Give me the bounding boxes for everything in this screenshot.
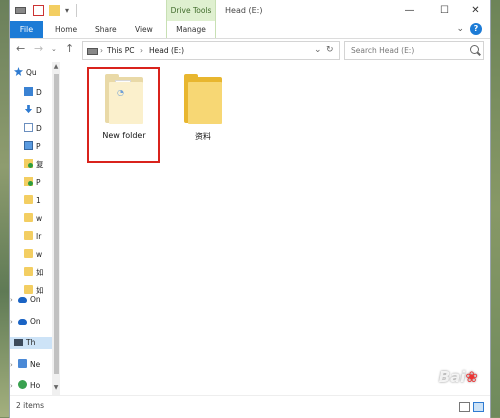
download-icon <box>24 105 33 114</box>
desktop-background-left <box>0 0 10 417</box>
breadcrumb-head-drive[interactable]: Head (E:) <box>149 42 184 59</box>
tab-view[interactable]: View <box>135 21 153 38</box>
tab-share[interactable]: Share <box>95 21 117 38</box>
refresh-icon[interactable]: ↻ <box>326 42 334 59</box>
desktop-background-right <box>490 0 500 417</box>
tab-home[interactable]: Home <box>55 21 77 38</box>
homegroup-icon <box>18 380 27 389</box>
search-placeholder: Search Head (E:) <box>351 46 415 55</box>
nav-this-pc[interactable]: Th <box>10 337 56 349</box>
explorer-window: ▾ Drive Tools Head (E:) — ☐ ✕ File Home … <box>10 0 490 418</box>
details-view-icon[interactable] <box>459 402 470 412</box>
new-folder-quick-icon[interactable] <box>49 5 60 16</box>
forward-arrow-icon[interactable]: → <box>34 42 43 56</box>
drive-icon <box>87 48 98 55</box>
navigation-pane: Qu D D D P 复 P 1 w Ir w 如 如 › On › On Th… <box>10 62 62 395</box>
folder-icon <box>24 231 33 240</box>
expand-network-icon[interactable]: › <box>10 361 13 369</box>
folder-sync-icon <box>24 177 33 186</box>
help-icon[interactable]: ? <box>470 23 482 35</box>
folder-icon <box>24 195 33 204</box>
tab-file[interactable]: File <box>10 21 43 38</box>
expand-ribbon-icon[interactable]: ⌄ <box>456 24 464 34</box>
title-bar: ▾ Drive Tools Head (E:) — ☐ ✕ <box>10 0 490 21</box>
navigation-bar: ← → ⌄ ↑ › This PC › Head (E:) ⌄ ↻ Search… <box>10 39 490 61</box>
breadcrumb-this-pc[interactable]: This PC <box>107 42 134 59</box>
folder-sync-icon <box>24 159 33 168</box>
onedrive-icon <box>18 297 27 303</box>
recent-locations-icon[interactable]: ⌄ <box>51 42 57 56</box>
file-item-folder[interactable]: 资料 <box>168 74 238 142</box>
maximize-button[interactable]: ☐ <box>429 0 460 21</box>
status-bar: 2 items Bai❀ <box>10 368 490 418</box>
back-arrow-icon[interactable]: ← <box>16 42 25 56</box>
scroll-up-icon[interactable]: ▲ <box>52 63 60 70</box>
customize-quick-access-icon[interactable]: ▾ <box>65 5 76 16</box>
close-button[interactable]: ✕ <box>460 0 491 21</box>
tab-manage[interactable]: Manage <box>166 21 216 38</box>
title-separator <box>76 4 77 17</box>
breadcrumb-separator-icon: › <box>100 46 103 55</box>
nav-scrollbar-thumb[interactable] <box>54 74 59 374</box>
picture-icon <box>24 141 33 150</box>
item-count: 2 items <box>16 401 45 410</box>
folder-icon <box>24 267 33 276</box>
folder-icon <box>184 74 222 124</box>
search-icon <box>470 45 479 54</box>
folder-icon <box>24 285 33 294</box>
scroll-down-icon[interactable]: ▼ <box>52 384 60 391</box>
minimize-button[interactable]: — <box>394 0 425 21</box>
ribbon-tabs: File Home Share View Manage ⌄ ? <box>10 21 490 39</box>
file-name: 资料 <box>195 132 211 141</box>
watermark-logo: Bai❀ <box>438 368 478 386</box>
star-icon <box>14 67 23 76</box>
folder-icon <box>24 249 33 258</box>
up-arrow-icon[interactable]: ↑ <box>65 42 74 56</box>
search-box[interactable]: Search Head (E:) <box>344 41 484 60</box>
drive-icon <box>15 7 26 14</box>
drive-tools-label: Drive Tools <box>166 0 216 21</box>
document-icon <box>24 123 33 132</box>
window-title: Head (E:) <box>225 6 263 15</box>
highlight-box <box>87 67 160 163</box>
onedrive-icon <box>18 319 27 325</box>
address-bar[interactable]: › This PC › Head (E:) ⌄ ↻ <box>82 41 340 60</box>
network-icon <box>18 359 27 368</box>
desktop-icon <box>24 87 33 96</box>
folder-icon <box>24 213 33 222</box>
expand-homegroup-icon[interactable]: › <box>10 382 13 390</box>
expand-onedrive-icon[interactable]: › <box>10 296 13 304</box>
file-list: ◔ New folder 资料 <box>63 62 490 395</box>
large-icons-view-icon[interactable] <box>473 402 484 412</box>
address-dropdown-icon[interactable]: ⌄ <box>314 42 322 59</box>
expand-onedrive-icon[interactable]: › <box>10 318 13 326</box>
properties-icon[interactable] <box>33 5 44 16</box>
breadcrumb-separator-icon: › <box>140 46 143 55</box>
this-pc-icon <box>14 339 23 346</box>
